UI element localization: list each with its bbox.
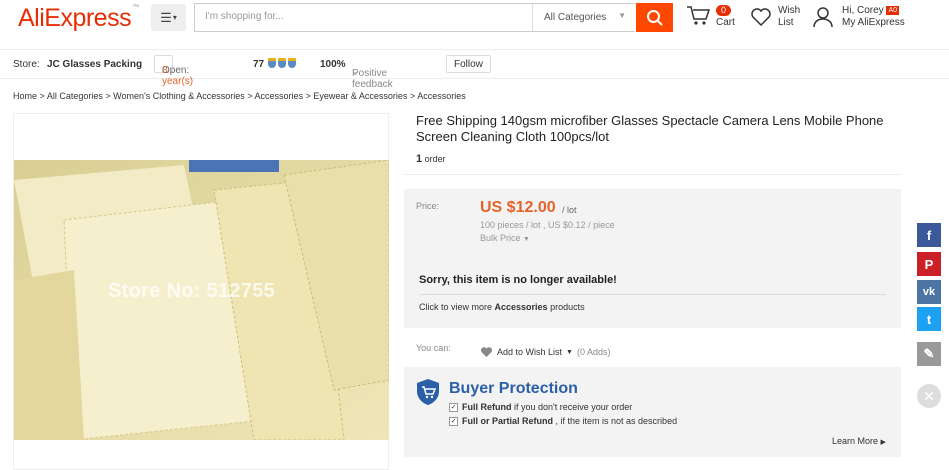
store-open-duration: Open: 3 year(s): [154, 55, 193, 87]
breadcrumb-item[interactable]: All Categories: [47, 91, 103, 101]
search-input[interactable]: I'm shopping for...: [205, 11, 284, 22]
shield-cart-icon: [417, 379, 439, 405]
price-label: Price:: [416, 201, 440, 211]
order-count: 1 order: [416, 153, 446, 165]
protection-item: ✓ Full or Partial Refund , if the item i…: [449, 416, 678, 426]
product-title: Free Shipping 140gsm microfiber Glasses …: [416, 113, 884, 144]
store-name-link[interactable]: JC Glasses Packing: [47, 59, 142, 70]
feedback-percent: 100%: [320, 59, 346, 70]
medal-icon: [278, 58, 286, 69]
caret-down-icon: ▼: [566, 348, 573, 356]
add-to-wish-list-button[interactable]: Add to Wish List ▼ (0 Adds): [480, 346, 611, 358]
buyer-protection-title: Buyer Protection: [449, 380, 578, 397]
caret-down-icon: ▾: [172, 13, 177, 22]
pinterest-icon: P: [924, 256, 934, 272]
category-menu-button[interactable]: ☰ ▾: [151, 4, 186, 31]
edit-button[interactable]: ✎: [917, 342, 941, 366]
avatar-badge: A0: [886, 5, 900, 15]
cart-icon: [687, 6, 710, 25]
breadcrumb-item[interactable]: Women's Clothing & Accessories: [113, 91, 245, 101]
pinterest-share-button[interactable]: P: [917, 252, 941, 276]
close-share-button[interactable]: ✕: [917, 384, 941, 408]
heart-icon: [480, 347, 493, 357]
vk-icon: vk: [922, 286, 936, 298]
store-label: Store:: [13, 59, 40, 70]
facebook-icon: f: [926, 227, 932, 243]
store-medals[interactable]: [266, 58, 296, 69]
pencil-icon: ✎: [923, 346, 935, 361]
cart-count-badge: 0: [716, 5, 732, 16]
breadcrumb: Home > All Categories > Women's Clothing…: [13, 91, 466, 101]
wish-count: (0 Adds): [576, 347, 611, 357]
bulk-info: 100 pieces / lot , US $0.12 / piece: [480, 220, 615, 230]
price-value: US $12.00: [480, 199, 556, 216]
heart-icon: [751, 8, 771, 27]
facebook-share-button[interactable]: f: [917, 223, 941, 247]
check-icon: ✓: [449, 416, 458, 426]
breadcrumb-item[interactable]: Home: [13, 91, 37, 101]
bulk-price-toggle[interactable]: Bulk Price ▼: [480, 233, 530, 243]
twitter-icon: t: [926, 311, 932, 327]
store-rating-score: 77: [253, 59, 265, 70]
search-icon: [646, 9, 663, 26]
close-icon: ✕: [923, 387, 935, 404]
store-bar: Store: JC Glasses Packing Open: 3 year(s…: [0, 49, 949, 90]
chevron-down-icon: ▼: [618, 11, 626, 20]
chevron-down-icon: ⌄: [352, 68, 359, 77]
breadcrumb-item[interactable]: Eyewear & Accessories: [313, 91, 407, 101]
search-bar: I'm shopping for... All Categories ▼: [194, 3, 635, 32]
store-watermark: Store No: 512755: [108, 280, 276, 302]
search-category-select[interactable]: All Categories ▼: [532, 4, 636, 31]
medal-icon: [288, 58, 296, 69]
you-can-label: You can:: [416, 343, 451, 353]
chevron-right-icon: ▶: [880, 439, 886, 446]
follow-button[interactable]: Follow: [446, 55, 491, 73]
price-unit: / lot: [562, 205, 577, 215]
medal-icon: [268, 58, 276, 69]
check-icon: ✓: [449, 402, 458, 412]
unavailable-message: Sorry, this item is no longer available!: [419, 274, 617, 286]
caret-down-icon: ▼: [523, 236, 530, 243]
learn-more-link[interactable]: Learn More ▶: [832, 436, 886, 446]
breadcrumb-item[interactable]: Accessories: [417, 91, 466, 101]
twitter-share-button[interactable]: t: [917, 307, 941, 331]
vk-share-button[interactable]: vk: [917, 280, 941, 304]
divider: [419, 294, 886, 295]
aliexpress-logo[interactable]: AliExpress™: [18, 4, 139, 33]
search-button[interactable]: [636, 3, 673, 32]
breadcrumb-item[interactable]: Accessories: [255, 91, 304, 101]
site-header: AliExpress™ ☰ ▾ I'm shopping for... All C…: [0, 0, 949, 38]
menu-icon: ☰: [160, 9, 172, 25]
user-icon: [813, 7, 833, 28]
more-products-link[interactable]: Click to view more Accessories products: [419, 302, 585, 312]
divider: [404, 174, 901, 175]
protection-item: ✓ Full Refund if you don't receive your …: [449, 402, 633, 412]
